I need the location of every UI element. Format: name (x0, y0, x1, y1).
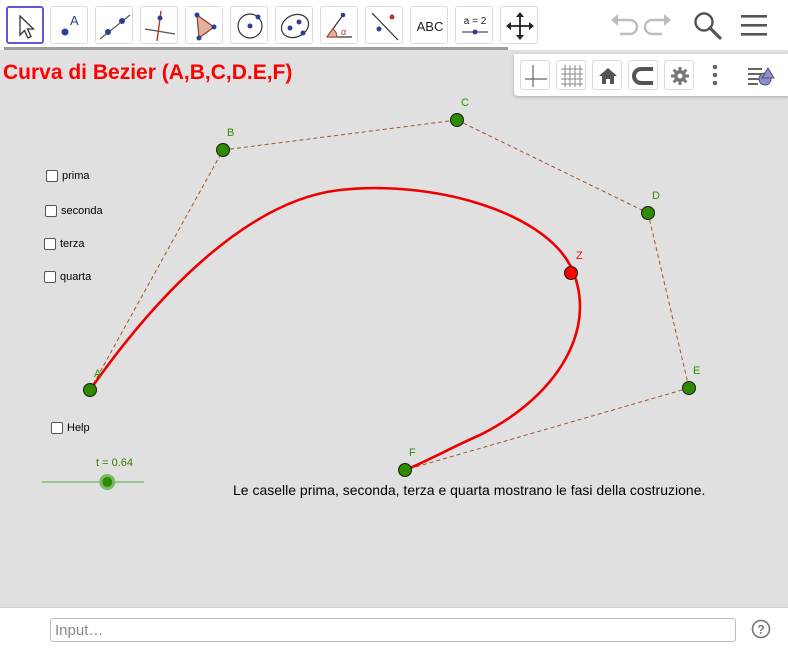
checkbox-label: seconda (61, 205, 103, 217)
point-label: Z (576, 250, 583, 262)
control-polygon (89, 119, 690, 471)
checkbox-box[interactable] (46, 170, 58, 182)
slider-knob[interactable] (99, 474, 116, 490)
segment-BC (222, 119, 458, 151)
point-B[interactable]: B (216, 127, 235, 157)
checkbox-seconda[interactable]: seconda (45, 203, 103, 219)
checkbox-label: terza (60, 238, 85, 250)
graphics-view[interactable]: A B C D E F Z (0, 0, 788, 605)
bezier-curve (88, 186, 582, 472)
point-label: F (409, 447, 416, 459)
t-slider[interactable] (42, 474, 144, 490)
segment-EF (404, 387, 690, 471)
point-label: C (461, 97, 469, 109)
checkbox-label: quarta (60, 271, 92, 283)
checkbox-box[interactable] (45, 205, 57, 217)
segment-CD (456, 119, 649, 214)
checkbox-box[interactable] (44, 271, 56, 283)
description-text: Le caselle prima, seconda, terza e quart… (233, 482, 706, 498)
point-label: A (94, 368, 102, 380)
checkbox-quarta[interactable]: quarta (44, 269, 91, 285)
point-A[interactable]: A (83, 368, 103, 397)
checkbox-box[interactable] (44, 238, 56, 250)
svg-text:?: ? (757, 623, 764, 637)
checkbox-prima[interactable]: prima (46, 168, 90, 184)
checkbox-help[interactable]: Help (51, 420, 90, 436)
checkbox-label: prima (62, 170, 90, 182)
checkbox-terza[interactable]: terza (44, 236, 84, 252)
point-Z[interactable]: Z (564, 250, 584, 280)
point-label: D (652, 190, 660, 202)
segment-AB (89, 149, 224, 391)
segment-DE (647, 212, 690, 389)
input-bar: ? (0, 607, 788, 652)
point-E[interactable]: E (682, 365, 701, 395)
point-label: E (693, 365, 700, 377)
checkbox-label: Help (67, 422, 90, 434)
help-circle-icon[interactable]: ? (751, 619, 771, 639)
point-C[interactable]: C (450, 97, 470, 127)
point-label: B (227, 127, 234, 139)
algebra-input-field[interactable] (50, 618, 736, 642)
slider-label: t = 0.64 (96, 457, 134, 469)
checkbox-box[interactable] (51, 422, 63, 434)
point-D[interactable]: D (641, 190, 661, 220)
point-F[interactable]: F (398, 447, 417, 477)
